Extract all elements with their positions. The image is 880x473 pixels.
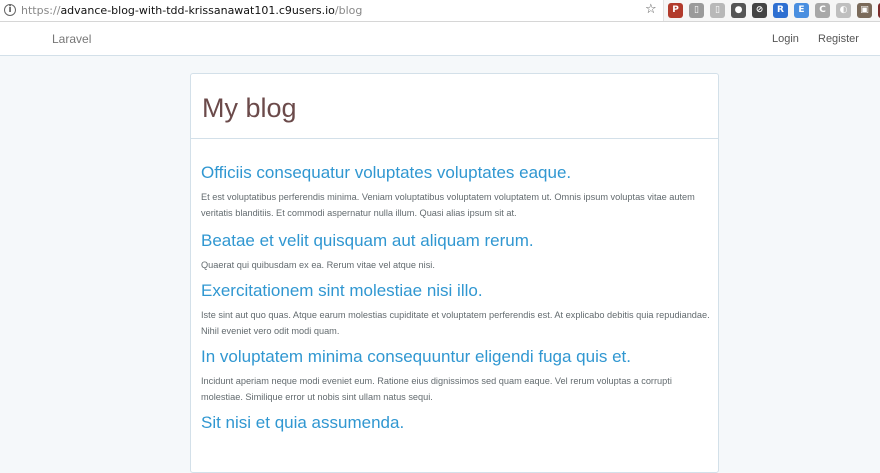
extension-blue2-icon[interactable]: E <box>794 3 809 18</box>
extension-circle-icon[interactable]: ● <box>731 3 746 18</box>
post-title-link[interactable]: Beatae et velit quisquam aut aliquam rer… <box>201 230 711 252</box>
post-excerpt: Iste sint aut quo quas. Atque earum mole… <box>201 310 710 336</box>
extension-gray3-icon[interactable]: C <box>815 3 830 18</box>
extension-photo-icon[interactable]: ▣ <box>857 3 872 18</box>
panel-heading: My blog <box>191 74 718 139</box>
browser-address-bar: i https://advance-blog-with-tdd-krissana… <box>0 0 880 22</box>
blog-post: Sit nisi et quia assumenda. <box>201 412 711 434</box>
bookmark-star-icon[interactable]: ☆ <box>645 2 657 18</box>
login-link[interactable]: Login <box>772 32 799 47</box>
url-scheme: https:// <box>21 4 61 17</box>
extension-toolbar: P▯▯●⊘REC◐▣✗✱ <box>668 3 880 19</box>
app-navbar: Laravel Login Register <box>0 22 880 56</box>
post-title-link[interactable]: Exercitationem sint molestiae nisi illo. <box>201 280 711 302</box>
extension-cancel-icon[interactable]: ⊘ <box>752 3 767 18</box>
url-path: /blog <box>334 4 363 17</box>
post-excerpt: Incidunt aperiam neque modi eveniet eum.… <box>201 376 672 402</box>
post-excerpt: Et est voluptatibus perferendis minima. … <box>201 192 695 218</box>
post-title-link[interactable]: Sit nisi et quia assumenda. <box>201 412 711 434</box>
url-host: advance-blog-with-tdd-krissanawat101.c9u… <box>60 4 335 17</box>
blog-post: In voluptatem minima consequuntur eligen… <box>201 346 711 405</box>
post-excerpt: Quaerat qui quibusdam ex ea. Rerum vitae… <box>201 260 435 270</box>
url-field[interactable]: i https://advance-blog-with-tdd-krissana… <box>0 0 664 21</box>
extension-blue-icon[interactable]: R <box>773 3 788 18</box>
register-link[interactable]: Register <box>818 32 859 47</box>
url-text[interactable]: https://advance-blog-with-tdd-krissanawa… <box>21 3 362 18</box>
page-title: My blog <box>202 93 297 123</box>
extension-gray4-icon[interactable]: ◐ <box>836 3 851 18</box>
blog-post: Exercitationem sint molestiae nisi illo.… <box>201 280 711 339</box>
blog-post: Beatae et velit quisquam aut aliquam rer… <box>201 230 711 273</box>
post-title-link[interactable]: In voluptatem minima consequuntur eligen… <box>201 346 711 368</box>
extension-gray-icon[interactable]: ▯ <box>689 3 704 18</box>
info-icon[interactable]: i <box>4 4 16 16</box>
extension-red-icon[interactable]: P <box>668 3 683 18</box>
extension-gray2-icon[interactable]: ▯ <box>710 3 725 18</box>
brand-link[interactable]: Laravel <box>52 31 91 47</box>
blog-post: Officiis consequatur voluptates voluptat… <box>201 162 711 221</box>
post-title-link[interactable]: Officiis consequatur voluptates voluptat… <box>201 162 711 184</box>
post-list: Officiis consequatur voluptates voluptat… <box>201 162 711 441</box>
